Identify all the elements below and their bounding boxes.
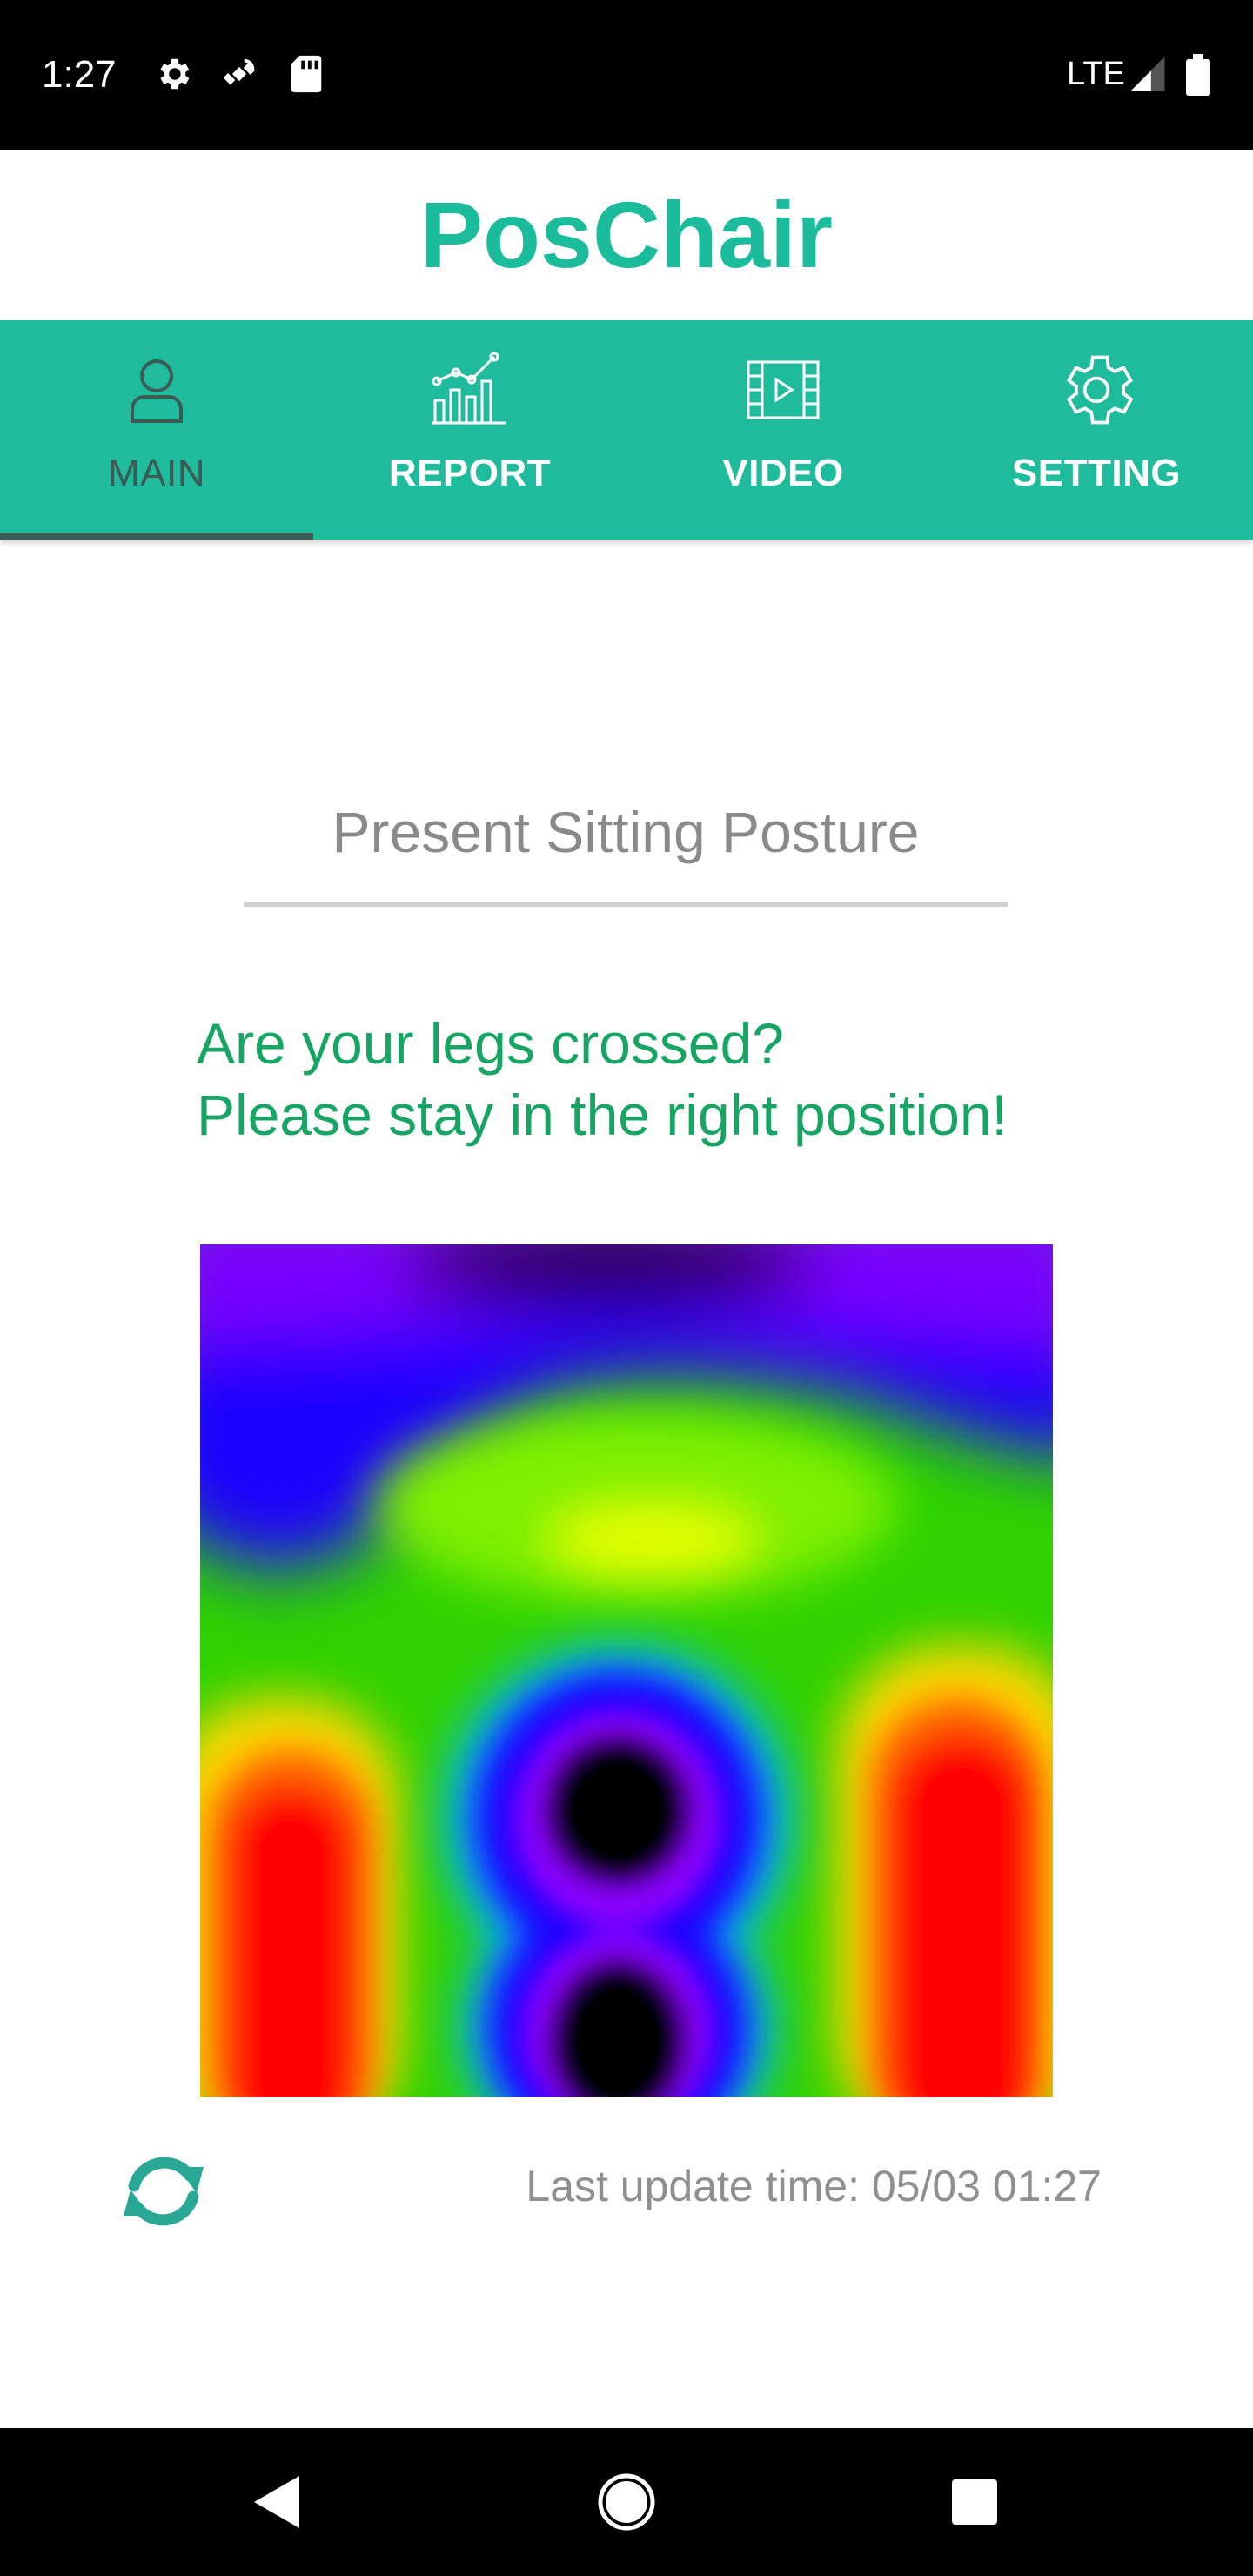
tab-label: REPORT [388, 452, 552, 494]
navigation-bar [0, 2428, 1253, 2576]
settings-gear-icon [153, 54, 193, 98]
satellite-icon [219, 54, 259, 98]
sd-card-icon [289, 54, 324, 98]
refresh-icon [113, 2157, 214, 2245]
status-bar: 1:27 LTE [0, 0, 1253, 150]
person-icon [113, 346, 200, 433]
message-line-1: Are your legs crossed? [197, 1011, 784, 1076]
pressure-heatmap [200, 1244, 1053, 2097]
posture-field: Present Sitting Posture [244, 788, 1008, 910]
posture-underline [244, 902, 1008, 907]
tab-report[interactable]: REPORT [313, 320, 626, 540]
app-title: PosChair [419, 182, 834, 287]
tab-label: VIDEO [722, 452, 844, 494]
battery-icon [1185, 54, 1211, 100]
signal-icon [1128, 54, 1168, 98]
tab-label: MAIN [108, 452, 205, 494]
tab-bar: MAIN REPORT VIDEO SETTING [0, 320, 1253, 540]
home-icon[interactable] [592, 2467, 661, 2537]
chart-icon [426, 346, 513, 433]
tab-setting[interactable]: SETTING [940, 320, 1253, 540]
refresh-button[interactable] [113, 2141, 214, 2242]
tab-video[interactable]: VIDEO [626, 320, 940, 540]
film-icon [740, 346, 827, 433]
last-update-time: Last update time: 05/03 01:27 [526, 2162, 1102, 2210]
back-icon[interactable] [244, 2467, 313, 2537]
network-type: LTE [1067, 56, 1125, 92]
active-tab-indicator [0, 533, 313, 540]
posture-label: Present Sitting Posture [332, 800, 920, 864]
tab-main[interactable]: MAIN [0, 320, 313, 540]
recents-icon[interactable] [940, 2467, 1009, 2537]
status-time: 1:27 [42, 53, 117, 96]
message-line-2: Please stay in the right position! [197, 1083, 1008, 1147]
gear-icon [1053, 346, 1140, 433]
tab-label: SETTING [1011, 452, 1182, 494]
posture-message: Are your legs crossed? Please stay in th… [197, 1008, 1197, 1150]
